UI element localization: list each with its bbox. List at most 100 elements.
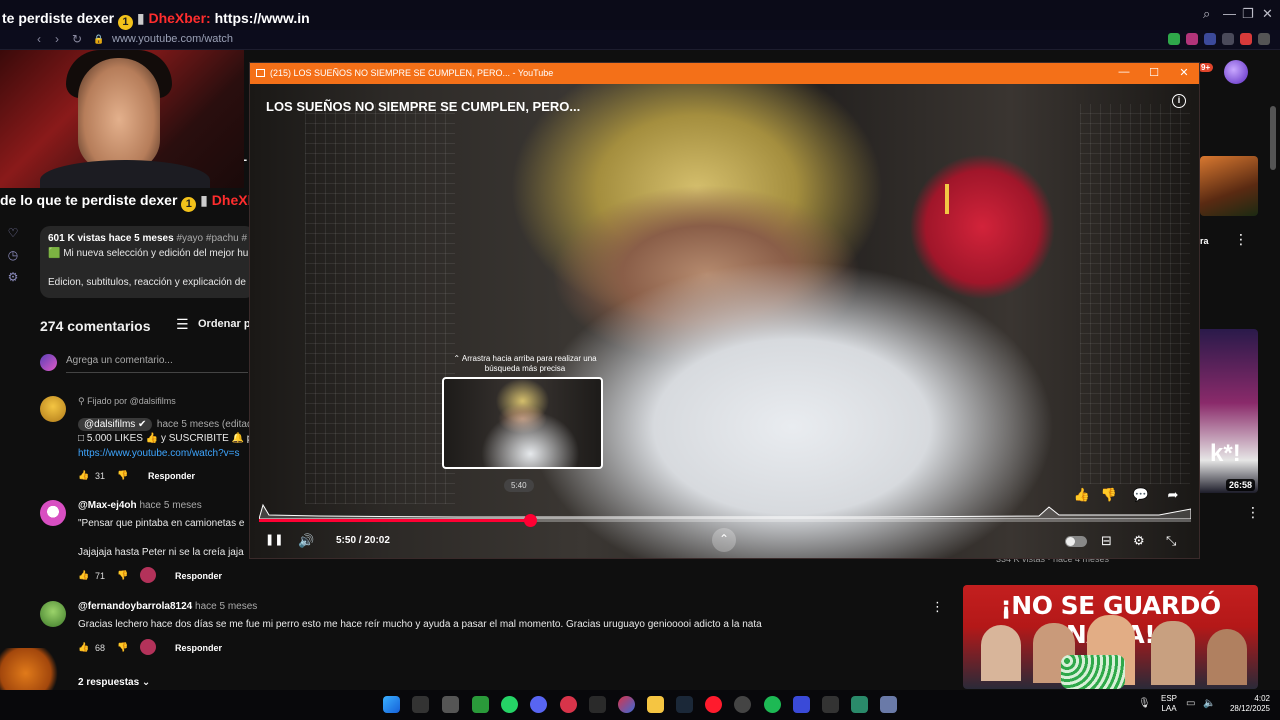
dislike-icon[interactable]: 👎 <box>117 470 128 481</box>
dislike-icon[interactable]: 👎 <box>117 570 128 581</box>
comment-header: @Max-ej4oh hace 5 meses <box>78 500 202 511</box>
autoplay-toggle[interactable] <box>1065 536 1087 547</box>
recommended-more-icon[interactable]: ⋮ <box>1234 231 1248 248</box>
video-frame[interactable] <box>250 84 1199 558</box>
exit-fullscreen-button[interactable]: ⤡ <box>1166 533 1176 549</box>
browser-close-button[interactable]: ✕ <box>1262 6 1273 22</box>
browser-restore-button[interactable]: ❐ <box>1242 6 1254 22</box>
url-text[interactable]: www.youtube.com/watch <box>112 33 233 45</box>
rail-history-icon[interactable]: ◷ <box>6 248 20 262</box>
microphone-icon[interactable]: 🎙 <box>1138 698 1151 709</box>
recommended-thumbnail[interactable]: ¡NO SE GUARDÓ NADA! <box>963 585 1258 689</box>
app-icon[interactable] <box>793 696 810 713</box>
progress-scrubber[interactable] <box>524 514 537 527</box>
recommended-more-icon[interactable]: ⋮ <box>1246 504 1260 521</box>
discord-icon[interactable] <box>530 696 547 713</box>
recommended-thumbnail[interactable] <box>1200 156 1258 216</box>
app-icon[interactable] <box>618 696 635 713</box>
comments-count: 274 comentarios <box>40 318 151 334</box>
rail-heart-icon[interactable]: ♡ <box>6 226 20 240</box>
opera-icon[interactable] <box>705 696 722 713</box>
thumbnail-overlay-text: k*! <box>1210 440 1241 467</box>
like-icon[interactable]: 👍 <box>78 570 89 581</box>
decorative-sprite <box>0 648 64 690</box>
creator-heart-icon <box>140 567 156 583</box>
avatar[interactable] <box>40 396 66 422</box>
whatsapp-icon[interactable] <box>501 696 518 713</box>
profile-avatar[interactable] <box>1224 60 1248 84</box>
pip-window-title: (215) LOS SUEÑOS NO SIEMPRE SE CUMPLEN, … <box>270 68 554 78</box>
comment-text: Gracias lechero hace dos días se me fue … <box>78 619 762 630</box>
comment-more-icon[interactable]: ⋮ <box>931 599 944 615</box>
steam-icon[interactable] <box>676 696 693 713</box>
avatar[interactable] <box>40 601 66 627</box>
reply-button[interactable]: Responder <box>148 471 195 481</box>
extension-share-icon[interactable] <box>1222 33 1234 45</box>
volume-icon[interactable]: 🔈 <box>1203 698 1215 709</box>
forward-icon[interactable]: › <box>55 32 59 46</box>
pip-minimize-button[interactable]: — <box>1117 66 1131 78</box>
app-icon[interactable] <box>560 696 577 713</box>
pip-window[interactable]: (215) LOS SUEÑOS NO SIEMPRE SE CUMPLEN, … <box>249 62 1200 559</box>
search-icon[interactable] <box>412 696 429 713</box>
recommended-title-fragment: ra <box>1200 236 1209 246</box>
app-icon[interactable] <box>851 696 868 713</box>
pip-close-button[interactable]: ✕ <box>1177 66 1191 79</box>
webcam-overlay <box>0 50 244 188</box>
address-bar[interactable]: ‹ › ↻ 🔒 www.youtube.com/watch <box>0 30 1280 50</box>
display-icon[interactable]: ▭ <box>1186 698 1195 709</box>
back-icon[interactable]: ‹ <box>37 32 41 46</box>
volume-button[interactable]: 🔊 <box>298 533 314 549</box>
comment-text: □ 5.000 LIKES 👍 y SUSCRIBITE 🔔 pa <box>78 433 258 444</box>
extension-pin-icon[interactable] <box>1240 33 1252 45</box>
clock[interactable]: 4:02 28/12/2025 <box>1224 694 1270 714</box>
extension-puzzle-icon[interactable] <box>1204 33 1216 45</box>
thumbnail-mug <box>1061 655 1125 689</box>
avatar <box>40 354 57 371</box>
settings-icon[interactable] <box>880 696 897 713</box>
like-icon[interactable]: 👍 <box>78 642 89 653</box>
extension-download-icon[interactable] <box>1168 33 1180 45</box>
browser-menu-icon[interactable] <box>1258 33 1270 45</box>
seek-preview-thumbnail <box>442 377 603 469</box>
spotify-icon[interactable] <box>764 696 781 713</box>
pip-titlebar[interactable]: (215) LOS SUEÑOS NO SIEMPRE SE CUMPLEN, … <box>250 63 1199 84</box>
xbox-icon[interactable] <box>472 696 489 713</box>
page-scrollbar[interactable] <box>1270 106 1276 170</box>
thumbnail-person <box>1207 629 1247 685</box>
task-view-icon[interactable] <box>442 696 459 713</box>
start-icon[interactable] <box>383 696 400 713</box>
extension-icon[interactable] <box>1186 33 1198 45</box>
browser-search-icon[interactable]: ⌕ <box>1203 6 1210 22</box>
xbox-pen-icon[interactable] <box>822 696 839 713</box>
video-title[interactable]: LOS SUEÑOS NO SIEMPRE SE CUMPLEN, PERO..… <box>266 99 580 114</box>
reload-icon[interactable]: ↻ <box>72 32 82 46</box>
dislike-icon[interactable]: 👎 <box>117 642 128 653</box>
like-icon[interactable]: 👍 <box>78 470 89 481</box>
sort-icon[interactable]: ☰ <box>176 316 189 333</box>
author-chip[interactable]: @dalsifilms ✔ <box>78 418 153 431</box>
reply-button[interactable]: Responder <box>175 643 222 653</box>
info-icon[interactable]: i <box>1172 94 1186 108</box>
tab-favicon-icon <box>256 69 265 77</box>
expand-chevron-icon[interactable]: ⌃ <box>712 528 736 552</box>
rail-settings-icon[interactable]: ⚙ <box>6 270 20 284</box>
notification-badge: 9+ <box>1198 63 1214 72</box>
thumbnail-person <box>981 625 1021 681</box>
avatar[interactable] <box>40 500 66 526</box>
pause-button[interactable]: ❚❚ <box>265 533 283 546</box>
comment-input-underline <box>66 372 248 373</box>
epic-games-icon[interactable] <box>589 696 606 713</box>
comment-link[interactable]: https://www.youtube.com/watch?v=s <box>78 448 239 459</box>
reply-button[interactable]: Responder <box>175 571 222 581</box>
duration-badge: 26:58 <box>1226 479 1256 491</box>
file-explorer-icon[interactable] <box>647 696 664 713</box>
subtitles-button[interactable]: ⊟ <box>1101 533 1112 549</box>
browser-minimize-button[interactable]: — <box>1223 6 1236 21</box>
add-comment-input[interactable]: Agrega un comentario... <box>66 355 173 366</box>
pip-maximize-button[interactable]: ☐ <box>1147 66 1161 79</box>
language-indicator[interactable]: ESP LAA <box>1161 694 1177 714</box>
obs-icon[interactable] <box>734 696 751 713</box>
settings-button[interactable]: ⚙ <box>1133 533 1145 549</box>
replies-toggle[interactable]: 2 respuestas ⌄ <box>78 677 150 688</box>
